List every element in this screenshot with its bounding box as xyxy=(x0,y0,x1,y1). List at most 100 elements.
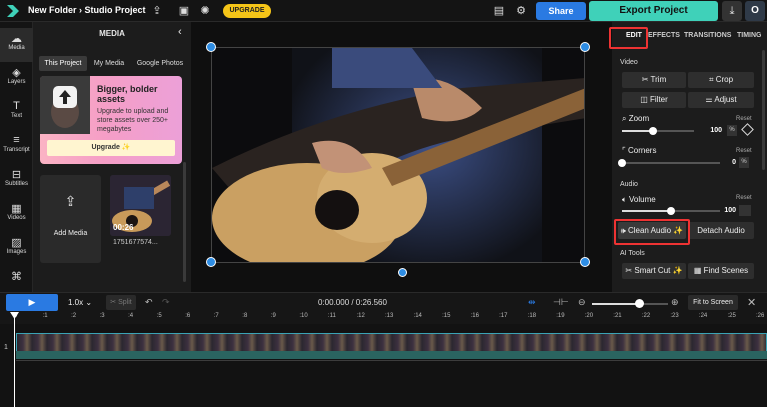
ruler-tick-label: :13 xyxy=(385,313,394,319)
corners-value[interactable]: 0 xyxy=(720,157,736,168)
rail-item-elements[interactable]: ⌘ xyxy=(0,266,33,290)
volume-label: 🔈︎ Volume xyxy=(622,195,656,205)
split-button[interactable]: ✂ Split xyxy=(106,295,136,310)
rail-label: Images xyxy=(6,249,27,255)
zoom-reset[interactable]: Reset xyxy=(736,116,752,122)
crop-button[interactable]: ⌗ Crop xyxy=(688,72,754,88)
corners-slider-knob[interactable] xyxy=(618,159,626,167)
clean-audio-highlight xyxy=(614,219,690,245)
filter-button[interactable]: ◫ Filter xyxy=(622,92,686,108)
detach-audio-button[interactable]: Detach Audio xyxy=(688,222,754,239)
rail-item-transcript[interactable]: ≡ Transcript xyxy=(0,130,33,164)
resize-handle-bottom-right[interactable] xyxy=(580,257,590,267)
trim-label: Trim xyxy=(650,75,667,84)
ruler-tick-label: :19 xyxy=(556,313,565,319)
keyframe-icon[interactable] xyxy=(741,123,754,136)
video-preview[interactable] xyxy=(211,47,585,263)
upgrade-button[interactable]: UPGRADE xyxy=(223,4,271,18)
media-filename: 1751677574... xyxy=(113,239,158,246)
zoom-value[interactable]: 100 xyxy=(706,125,722,136)
promo-upgrade-button[interactable]: Upgrade ✨ xyxy=(47,140,175,156)
rail-item-text[interactable]: T Text xyxy=(0,96,33,130)
upload-icon[interactable]: ⇪ xyxy=(150,4,164,18)
add-media-button[interactable]: ⇪ Add Media xyxy=(40,175,101,263)
ruler-tick-label: :16 xyxy=(470,313,479,319)
volume-slider-knob[interactable] xyxy=(667,207,675,215)
play-button[interactable]: ▶ xyxy=(6,294,58,311)
rail-item-videos[interactable]: ▦ Videos xyxy=(0,198,33,232)
volume-value[interactable]: 100 xyxy=(720,205,736,216)
resize-handle-top-left[interactable] xyxy=(206,42,216,52)
export-project-button[interactable]: Export Project xyxy=(589,1,718,21)
tab-google-photos[interactable]: Google Photos xyxy=(132,56,188,71)
avatar[interactable]: O xyxy=(745,1,765,21)
volume-slider-fill xyxy=(622,210,671,212)
zoom-in-icon[interactable]: ⊕ xyxy=(671,297,679,308)
corners-reset[interactable]: Reset xyxy=(736,148,752,154)
tab-my-media[interactable]: My Media xyxy=(90,56,128,71)
redo-icon[interactable]: ↷ xyxy=(162,297,170,308)
resize-handle-bottom-left[interactable] xyxy=(206,257,216,267)
ruler-tick-label: :2 xyxy=(71,313,77,319)
crop-icon: ⌗ xyxy=(708,75,716,84)
find-scenes-button[interactable]: ▦ Find Scenes xyxy=(688,263,754,279)
timeline-toolbar: ▶ 1.0x ⌄ ✂ Split ↶ ↷ 0:00.000 / 0:26.560… xyxy=(0,292,767,312)
project-breadcrumb[interactable]: New Folder › Studio Project xyxy=(28,5,146,15)
fit-to-screen-button[interactable]: Fit to Screen xyxy=(688,295,738,310)
timeline-zoom-knob[interactable] xyxy=(635,299,644,308)
filter-label: Filter xyxy=(650,95,668,104)
download-icon[interactable]: ⤓ xyxy=(722,1,742,21)
elements-icon: ⌘ xyxy=(11,271,22,283)
smart-cut-label: Smart Cut ✨ xyxy=(634,266,683,275)
playhead[interactable] xyxy=(14,312,15,407)
image-icon[interactable]: ▣ xyxy=(177,4,191,18)
scenes-icon: ▦ xyxy=(693,266,704,275)
speaker-icon: 🔈︎ xyxy=(622,195,630,204)
ruler-tick-label: :8 xyxy=(242,313,248,319)
properties-scrollbar[interactable] xyxy=(762,50,765,170)
images-icon: ▨ xyxy=(11,237,22,249)
volume-reset[interactable]: Reset xyxy=(736,195,752,201)
media-scrollbar[interactable] xyxy=(183,162,186,282)
tab-effects[interactable]: EFFECTS xyxy=(648,32,680,39)
transcript-icon: ≡ xyxy=(13,134,20,146)
tab-transitions[interactable]: TRANSITIONS xyxy=(684,32,731,39)
close-icon[interactable]: ✕ xyxy=(747,296,756,309)
rail-label: Text xyxy=(10,113,22,119)
gear-icon[interactable]: ⚙ xyxy=(514,4,528,18)
track-number: 1 xyxy=(4,344,8,351)
scissors-icon: ✂ xyxy=(641,75,651,84)
audio-section-title: Audio xyxy=(620,181,638,188)
adjust-button[interactable]: ⚌ Adjust xyxy=(688,92,754,108)
ruler-tick-label: :23 xyxy=(670,313,679,319)
playback-speed[interactable]: 1.0x ⌄ xyxy=(68,298,92,307)
top-bar: New Folder › Studio Project ⇪ ▣ ✺ UPGRAD… xyxy=(0,0,767,22)
ruler-tick-label: :20 xyxy=(584,313,594,319)
tab-timing[interactable]: TIMING xyxy=(737,32,762,39)
rotate-handle[interactable] xyxy=(398,268,407,277)
trim-button[interactable]: ✂ Trim xyxy=(622,72,686,88)
zoom-out-icon[interactable]: ⊖ xyxy=(578,297,586,308)
lightbulb-icon[interactable]: ✺ xyxy=(198,4,212,18)
add-media-label: Add Media xyxy=(53,230,88,237)
rail-item-subtitles[interactable]: ⊟ Subtitles xyxy=(0,164,33,198)
share-button[interactable]: Share xyxy=(536,2,586,20)
tab-this-project[interactable]: This Project xyxy=(39,56,87,71)
text-icon: T xyxy=(13,100,20,112)
corners-slider-track[interactable] xyxy=(622,162,720,164)
zoom-text: Zoom xyxy=(628,114,650,123)
smart-cut-button[interactable]: ✂ Smart Cut ✨ xyxy=(622,263,686,279)
zoom-slider-knob[interactable] xyxy=(649,127,657,135)
rail-item-media[interactable]: ☁ Media xyxy=(0,28,33,62)
volume-unit-box xyxy=(739,205,751,216)
snap-icon[interactable]: ⇹ xyxy=(528,297,536,308)
app-logo[interactable] xyxy=(5,3,21,19)
rail-item-images[interactable]: ▨ Images xyxy=(0,232,33,266)
resize-handle-top-right[interactable] xyxy=(580,42,590,52)
comment-icon[interactable]: ▤ xyxy=(492,4,506,18)
fit-width-icon[interactable]: ⊣⊢ xyxy=(553,297,569,308)
undo-icon[interactable]: ↶ xyxy=(145,297,153,308)
rail-item-layers[interactable]: ◈ Layers xyxy=(0,62,33,96)
timeline-ruler[interactable]: 0:1:2:3:4:5:6:7:8:9:10:11:12:13:14:15:16… xyxy=(0,312,767,324)
collapse-panel-icon[interactable]: ‹ xyxy=(178,26,182,38)
